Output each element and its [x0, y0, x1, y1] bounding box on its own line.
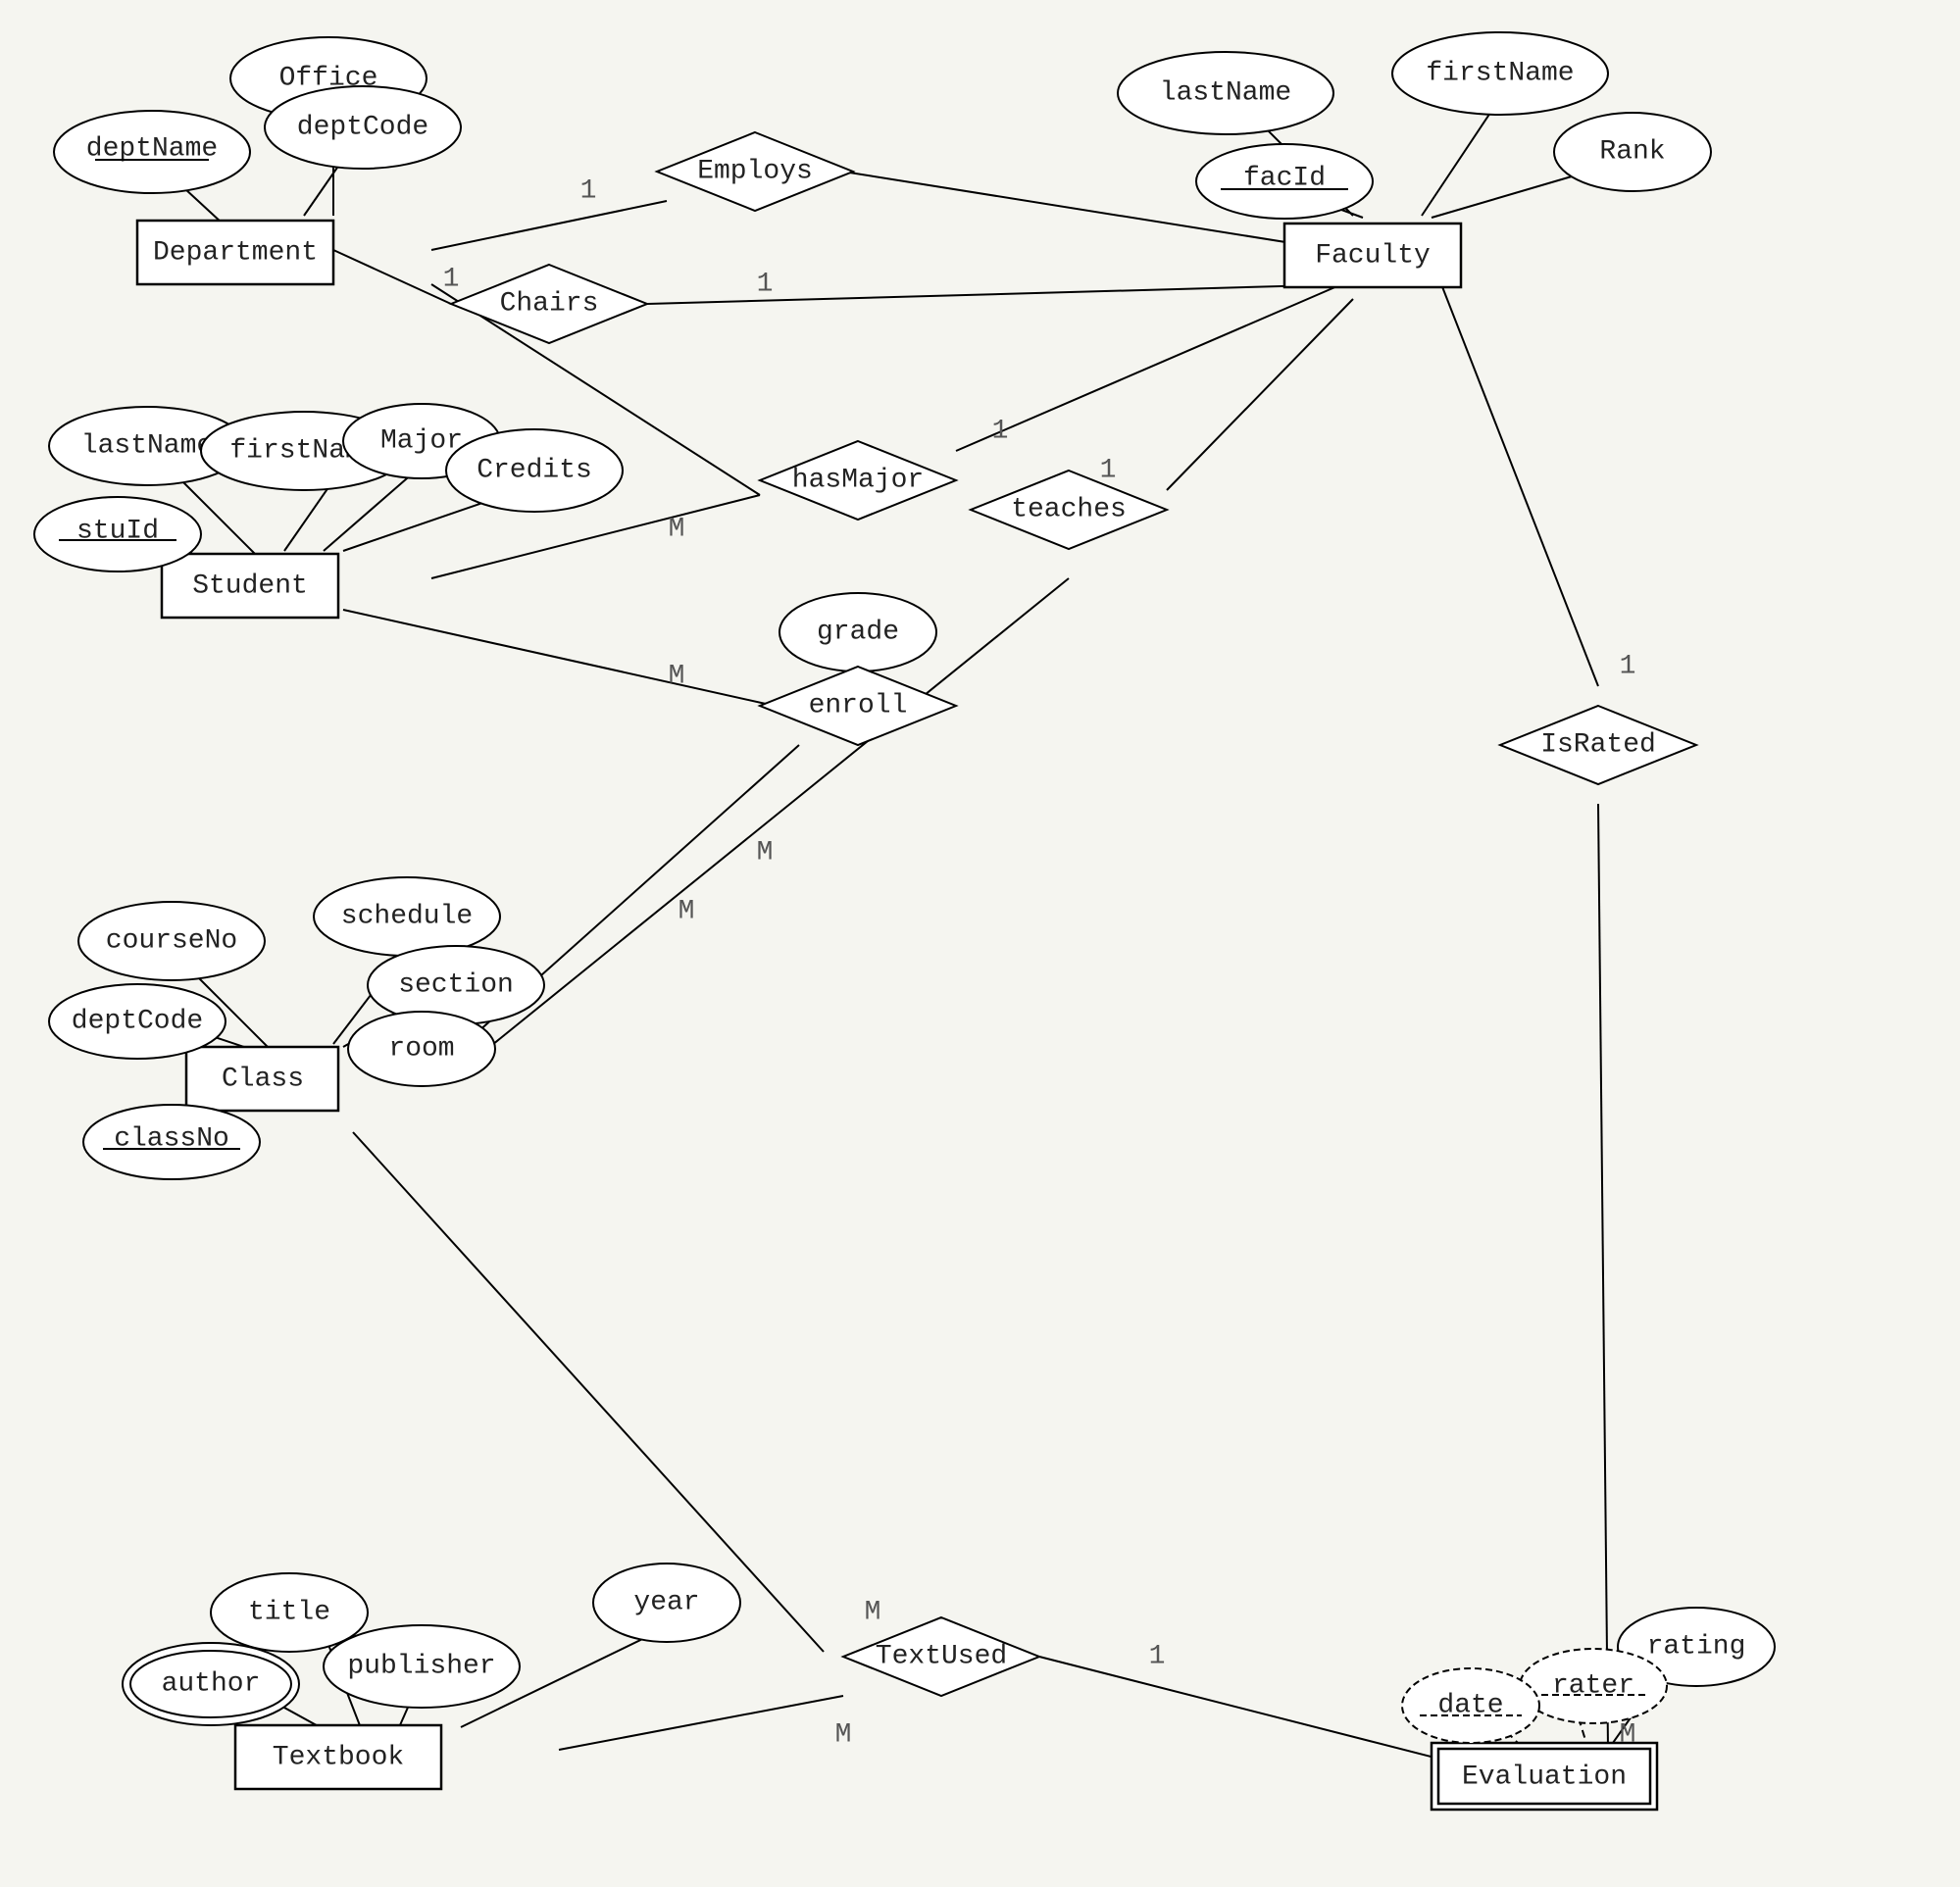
- mult-chairs-1a: 1: [443, 265, 460, 295]
- line-stu-hasmajor: [431, 495, 760, 578]
- line-stu-enroll: [343, 610, 775, 706]
- class-label: Class: [222, 1065, 304, 1095]
- teaches-label: teaches: [1011, 495, 1127, 525]
- major-label: Major: [380, 426, 463, 457]
- line-dept-chairs: [333, 250, 451, 304]
- mult-chairs-1b: 1: [757, 270, 774, 300]
- section-label: section: [398, 970, 514, 1001]
- mult-textused-m-tb: M: [835, 1720, 852, 1751]
- student-label: Student: [192, 571, 308, 602]
- year-label: year: [633, 1588, 699, 1618]
- mult-enroll-m-stu: M: [669, 662, 685, 692]
- faculty-label: Faculty: [1315, 241, 1431, 272]
- israted-label: IsRated: [1540, 730, 1656, 761]
- evaluation-label: Evaluation: [1462, 1763, 1627, 1793]
- mult-textused-1: 1: [1149, 1642, 1166, 1672]
- rank-label: Rank: [1599, 137, 1665, 168]
- enroll-label: enroll: [809, 691, 908, 721]
- chairs-label: Chairs: [500, 289, 599, 320]
- author-label: author: [162, 1669, 261, 1700]
- employs-label: Employs: [697, 157, 813, 187]
- textbook-label: Textbook: [273, 1743, 404, 1773]
- line-israted-eval: [1598, 804, 1608, 1750]
- title-label: title: [248, 1598, 330, 1628]
- mult-employs-1: 1: [580, 176, 597, 207]
- mult-israted-1: 1: [1620, 652, 1636, 682]
- line-teaches-class: [451, 578, 1069, 1078]
- hasmajor-label: hasMajor: [792, 466, 924, 496]
- publisher-label: publisher: [347, 1652, 495, 1682]
- mult-enroll-m-class: M: [678, 897, 695, 927]
- rating-label: rating: [1647, 1632, 1746, 1663]
- deptcode-dept-label: deptCode: [297, 113, 428, 143]
- mult-textused-m-class: M: [865, 1598, 881, 1628]
- line-class-textused: [353, 1132, 824, 1652]
- courseno-label: courseNo: [106, 926, 237, 957]
- department-label: Department: [153, 238, 318, 269]
- line-tb-textused: [559, 1696, 843, 1750]
- mult-teaches-m: M: [757, 838, 774, 869]
- class-deptcode-label: deptCode: [72, 1007, 203, 1037]
- mult-teaches-1: 1: [1100, 456, 1117, 486]
- line-fac-rank: [1432, 172, 1588, 218]
- rater-label: rater: [1552, 1671, 1634, 1702]
- stuid-label: stuId: [76, 517, 159, 547]
- stu-lastname-label: lastName: [81, 431, 213, 462]
- room-label: room: [388, 1034, 454, 1065]
- credits-label: Credits: [477, 456, 592, 486]
- line-chairs-faculty: [647, 284, 1353, 304]
- line-fac-teaches: [1167, 299, 1353, 490]
- schedule-label: schedule: [341, 902, 473, 932]
- line-dept-employs: [431, 201, 667, 250]
- textused-label: TextUsed: [876, 1642, 1007, 1672]
- line-hasmajor-faculty: [956, 279, 1353, 451]
- grade-label: grade: [817, 618, 899, 648]
- line-fac-firstname: [1422, 98, 1500, 216]
- line-israted-faculty: [1441, 284, 1598, 686]
- fac-firstname-label: firstName: [1426, 59, 1574, 89]
- mult-hasmajor-1: 1: [992, 417, 1009, 447]
- fac-lastname-label: lastName: [1160, 78, 1291, 109]
- mult-hasmajor-m: M: [669, 515, 685, 545]
